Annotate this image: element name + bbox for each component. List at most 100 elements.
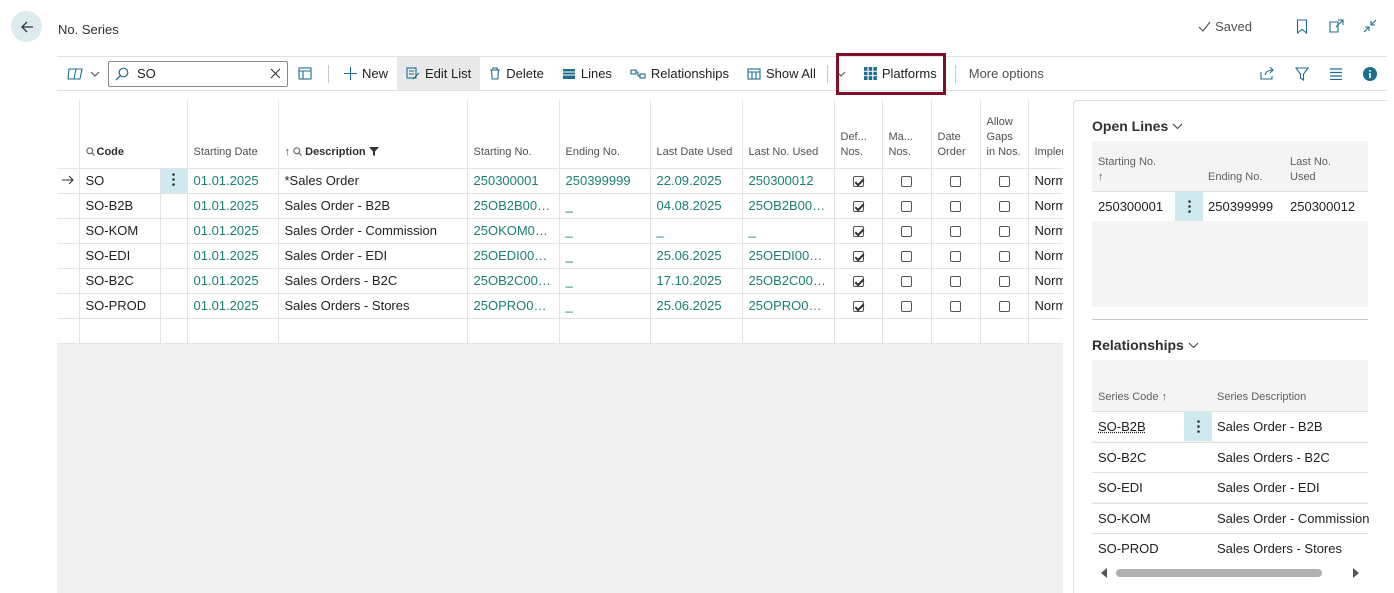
code-cell[interactable]: SO-PROD (79, 292, 161, 318)
layout-button[interactable] (296, 57, 322, 90)
last-no-used-cell[interactable]: 25OB2B0000... (742, 192, 835, 218)
code-cell[interactable]: SO-B2B (79, 192, 161, 218)
open-lines-header-starting-no[interactable]: Starting No. ↑ (1098, 155, 1156, 185)
empty-cell[interactable] (467, 317, 560, 344)
row-menu-cell[interactable] (160, 217, 188, 243)
allow-gaps-cell[interactable] (980, 192, 1029, 218)
last-no-used-cell[interactable]: 25OB2C0000... (742, 267, 835, 293)
description-cell[interactable]: *Sales Order (278, 167, 468, 193)
series-description-cell[interactable]: Sales Orders - B2C (1217, 450, 1330, 465)
allow-gaps-checkbox[interactable] (998, 176, 1010, 188)
row-menu-icon[interactable] (1184, 412, 1212, 441)
column-header-implementation[interactable]: Implen (1028, 100, 1063, 168)
series-description-cell[interactable]: Sales Order - Commission (1217, 511, 1369, 526)
implementation-cell[interactable]: Norm (1028, 267, 1063, 293)
default-nos-cell[interactable] (834, 217, 883, 243)
date-order-checkbox[interactable] (950, 276, 961, 288)
empty-cell[interactable] (931, 317, 981, 344)
last-date-used-cell[interactable]: _ (650, 217, 743, 243)
allow-gaps-checkbox[interactable] (998, 301, 1010, 313)
row-menu-cell[interactable] (160, 167, 188, 193)
open-new-window-icon[interactable] (1328, 18, 1344, 34)
table-row[interactable]: SO-B2C 01.01.2025 Sales Orders - B2C 25OB2C… (57, 267, 1063, 293)
last-no-used-cell[interactable]: 25OPRO0000... (742, 292, 835, 318)
description-cell[interactable]: Sales Orders - B2C (278, 267, 468, 293)
scrollbar-thumb[interactable] (1116, 569, 1322, 577)
table-row[interactable]: SO-PROD 01.01.2025 Sales Orders - Stores 25… (57, 292, 1063, 318)
default-nos-checkbox[interactable] (852, 176, 864, 188)
manual-nos-cell[interactable] (882, 192, 932, 218)
series-code-cell[interactable]: SO-EDI (1098, 480, 1143, 495)
relationship-row[interactable]: SO-KOM Sales Order - Commission (1092, 502, 1369, 533)
last-no-used-cell[interactable]: 25OEDI000007 (742, 242, 835, 268)
list-view-icon[interactable] (1329, 67, 1343, 80)
starting-no-cell[interactable]: 25OPRO0000... (467, 292, 560, 318)
lines-button[interactable]: Lines (553, 57, 621, 90)
empty-cell[interactable] (187, 317, 279, 344)
allow-gaps-checkbox[interactable] (998, 276, 1010, 288)
horizontal-scrollbar[interactable] (1092, 567, 1368, 579)
allow-gaps-checkbox[interactable] (998, 226, 1010, 238)
date-order-checkbox[interactable] (950, 251, 961, 263)
allow-gaps-checkbox[interactable] (998, 251, 1010, 263)
starting-date-cell[interactable]: 01.01.2025 (187, 242, 279, 268)
open-lines-row[interactable]: 250300001 250399999 250300012 (1092, 191, 1368, 221)
back-button[interactable] (11, 11, 42, 42)
starting-no-cell[interactable]: 250300001 (467, 167, 560, 193)
empty-cell[interactable] (1028, 317, 1063, 344)
view-switcher[interactable] (57, 57, 106, 90)
manual-nos-cell[interactable] (882, 242, 932, 268)
column-header-last-date-used[interactable]: Last Date Used (650, 100, 743, 168)
ending-no-cell[interactable]: 250399999 (559, 167, 651, 193)
column-header-starting-date[interactable]: Starting Date (187, 100, 279, 168)
empty-cell[interactable] (160, 317, 188, 344)
starting-date-cell[interactable]: 01.01.2025 (187, 292, 279, 318)
table-row[interactable]: SO-B2B 01.01.2025 Sales Order - B2B 25OB2B0… (57, 192, 1063, 218)
implementation-cell[interactable]: Norm (1028, 192, 1063, 218)
last-date-used-cell[interactable]: 25.06.2025 (650, 242, 743, 268)
relationship-row[interactable]: SO-B2B Sales Order - B2B (1092, 411, 1368, 441)
last-date-used-cell[interactable]: 22.09.2025 (650, 167, 743, 193)
empty-cell[interactable] (650, 317, 743, 344)
implementation-cell[interactable]: Norm (1028, 217, 1063, 243)
empty-row[interactable] (57, 317, 1063, 344)
date-order-checkbox[interactable] (950, 301, 961, 313)
allow-gaps-cell[interactable] (980, 267, 1029, 293)
date-order-cell[interactable] (931, 217, 981, 243)
last-no-used-cell[interactable]: 250300012 (742, 167, 835, 193)
ending-no-cell[interactable]: _ (559, 267, 651, 293)
scroll-right-icon[interactable] (1352, 568, 1360, 578)
share-icon[interactable] (1260, 67, 1275, 80)
relationship-row[interactable]: SO-PROD Sales Orders - Stores (1092, 533, 1368, 563)
column-header-code[interactable]: Code (79, 100, 188, 168)
show-all-button[interactable]: Show All (738, 57, 825, 90)
row-menu-cell[interactable] (160, 267, 188, 293)
empty-cell[interactable] (742, 317, 835, 344)
starting-no-cell[interactable]: 25OKOM000... (467, 217, 560, 243)
default-nos-checkbox[interactable] (852, 251, 864, 263)
allow-gaps-cell[interactable] (980, 167, 1029, 193)
series-code-cell[interactable]: SO-B2C (1098, 450, 1146, 465)
date-order-checkbox[interactable] (950, 226, 961, 238)
allow-gaps-cell[interactable] (980, 292, 1029, 318)
series-description-cell[interactable]: Sales Order - B2B (1217, 419, 1323, 434)
close-icon[interactable] (270, 68, 281, 79)
allow-gaps-checkbox[interactable] (998, 201, 1010, 213)
column-header-starting-no[interactable]: Starting No. (467, 100, 560, 168)
filter-icon[interactable] (1295, 66, 1309, 81)
series-code-cell[interactable]: SO-PROD (1098, 541, 1159, 556)
series-description-cell[interactable]: Sales Order - EDI (1217, 480, 1320, 495)
default-nos-checkbox[interactable] (852, 301, 864, 313)
manual-nos-cell[interactable] (882, 217, 932, 243)
code-cell[interactable]: SO-EDI (79, 242, 161, 268)
date-order-cell[interactable] (931, 242, 981, 268)
bookmark-icon[interactable] (1294, 18, 1310, 34)
starting-no-cell[interactable]: 25OB2C0000... (467, 267, 560, 293)
last-date-used-cell[interactable]: 17.10.2025 (650, 267, 743, 293)
open-lines-title[interactable]: Open Lines (1092, 118, 1183, 134)
ending-no-cell[interactable]: _ (559, 242, 651, 268)
code-cell[interactable]: SO-B2C (79, 267, 161, 293)
starting-date-cell[interactable]: 01.01.2025 (187, 217, 279, 243)
code-cell[interactable]: SO-KOM (79, 217, 161, 243)
empty-cell[interactable] (278, 317, 468, 344)
